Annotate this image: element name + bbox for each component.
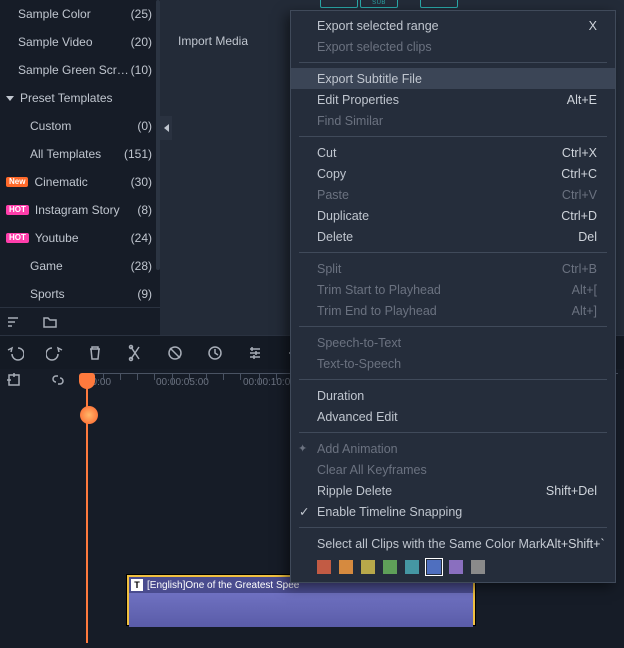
color-swatch-row xyxy=(291,554,615,578)
hot-badge: HOT xyxy=(6,233,29,244)
menu-item: Text-to-Speech xyxy=(291,353,615,374)
crop-button[interactable] xyxy=(166,344,184,362)
chevron-down-icon xyxy=(6,96,14,101)
link-icon[interactable] xyxy=(50,372,66,388)
menu-item: ✦Add Animation xyxy=(291,438,615,459)
sidebar-item-sample-video[interactable]: Sample Video (20) xyxy=(0,28,160,56)
preview-chips: SUB xyxy=(165,0,624,10)
split-button[interactable] xyxy=(126,344,144,362)
menu-item[interactable]: Advanced Edit xyxy=(291,406,615,427)
menu-separator xyxy=(299,527,607,528)
delete-button[interactable] xyxy=(86,344,104,362)
menu-item: Trim End to PlayheadAlt+] xyxy=(291,300,615,321)
speed-button[interactable] xyxy=(206,344,224,362)
sidebar-item-sports[interactable]: Sports (9) xyxy=(0,280,160,308)
marker-add-icon[interactable] xyxy=(6,372,22,388)
sort-icon[interactable] xyxy=(6,314,22,330)
sidebar-item-cinematic[interactable]: NewCinematic (30) xyxy=(0,168,160,196)
menu-item[interactable]: Ripple DeleteShift+Del xyxy=(291,480,615,501)
new-folder-icon[interactable] xyxy=(42,314,58,330)
menu-item[interactable]: Duration xyxy=(291,385,615,406)
sidebar-item-all-templates[interactable]: All Templates (151) xyxy=(0,140,160,168)
color-swatch[interactable] xyxy=(317,560,331,574)
sidebar-group-preset-templates[interactable]: Preset Templates xyxy=(0,84,160,112)
menu-item: SplitCtrl+B xyxy=(291,258,615,279)
new-badge: New xyxy=(6,177,28,188)
import-media-button[interactable]: Import Media xyxy=(178,34,248,48)
color-swatch[interactable] xyxy=(339,560,353,574)
menu-separator xyxy=(299,62,607,63)
context-menu: Export selected rangeXExport selected cl… xyxy=(290,10,616,583)
preview-chip xyxy=(320,0,358,8)
sidebar-item-instagram[interactable]: HOTInstagram Story (8) xyxy=(0,196,160,224)
media-sidebar: Sample Color (25) Sample Video (20) Samp… xyxy=(0,0,160,335)
chevron-left-icon xyxy=(164,124,169,132)
check-icon: ✓ xyxy=(299,504,309,519)
menu-item[interactable]: Export Subtitle File xyxy=(291,68,615,89)
sidebar-item-sample-green[interactable]: Sample Green Scre... (10) xyxy=(0,56,160,84)
collapse-sidebar-button[interactable] xyxy=(160,116,172,140)
clip-label: [English]One of the Greatest Spee xyxy=(147,580,299,591)
menu-item[interactable]: CopyCtrl+C xyxy=(291,163,615,184)
sidebar-item-custom[interactable]: Custom (0) xyxy=(0,112,160,140)
color-swatch[interactable] xyxy=(471,560,485,574)
star-icon: ✦ xyxy=(298,442,307,455)
menu-item[interactable]: ✓Enable Timeline Snapping xyxy=(291,501,615,522)
preview-chip xyxy=(420,0,458,8)
color-swatch[interactable] xyxy=(383,560,397,574)
undo-button[interactable] xyxy=(6,344,24,362)
color-swatch[interactable] xyxy=(361,560,375,574)
sidebar-item-game[interactable]: Game (28) xyxy=(0,252,160,280)
menu-separator xyxy=(299,136,607,137)
menu-separator xyxy=(299,326,607,327)
playhead-marker-icon xyxy=(80,406,98,424)
menu-item: Speech-to-Text xyxy=(291,332,615,353)
menu-item[interactable]: Select all Clips with the Same Color Mar… xyxy=(291,533,615,554)
sidebar-item-youtube[interactable]: HOTYoutube (24) xyxy=(0,224,160,252)
redo-button[interactable] xyxy=(46,344,64,362)
text-clip-icon: T xyxy=(131,579,143,591)
adjust-button[interactable] xyxy=(246,344,264,362)
color-swatch[interactable] xyxy=(427,560,441,574)
menu-item[interactable]: Edit PropertiesAlt+E xyxy=(291,89,615,110)
menu-item[interactable]: DuplicateCtrl+D xyxy=(291,205,615,226)
menu-item: Trim Start to PlayheadAlt+[ xyxy=(291,279,615,300)
color-swatch[interactable] xyxy=(405,560,419,574)
menu-separator xyxy=(299,252,607,253)
menu-item: Export selected clips xyxy=(291,36,615,57)
menu-item[interactable]: Export selected rangeX xyxy=(291,15,615,36)
menu-separator xyxy=(299,432,607,433)
sub-chip: SUB xyxy=(360,0,398,8)
menu-item[interactable]: DeleteDel xyxy=(291,226,615,247)
menu-item: Clear All Keyframes xyxy=(291,459,615,480)
menu-item[interactable]: CutCtrl+X xyxy=(291,142,615,163)
menu-item: Find Similar xyxy=(291,110,615,131)
color-swatch[interactable] xyxy=(449,560,463,574)
menu-item: PasteCtrl+V xyxy=(291,184,615,205)
menu-separator xyxy=(299,379,607,380)
sidebar-item-sample-color[interactable]: Sample Color (25) xyxy=(0,0,160,28)
playhead-handle[interactable] xyxy=(79,373,95,389)
hot-badge: HOT xyxy=(6,205,29,216)
